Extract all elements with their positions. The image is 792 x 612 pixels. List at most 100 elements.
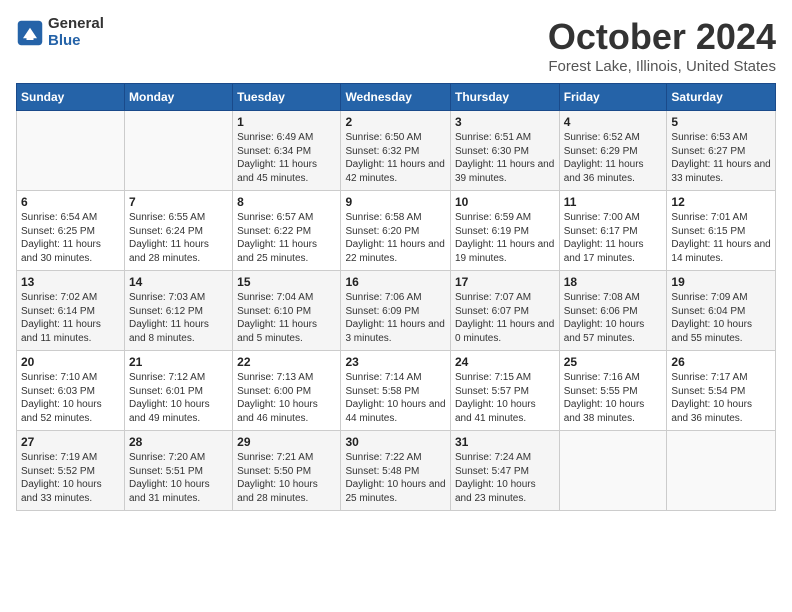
day-info: Sunrise: 6:53 AM Sunset: 6:27 PM Dayligh… bbox=[671, 131, 771, 185]
day-number: 31 bbox=[455, 435, 555, 449]
calendar-cell: 1 Sunrise: 6:49 AM Sunset: 6:34 PM Daylig… bbox=[233, 111, 341, 191]
logo-general: General bbox=[48, 16, 104, 33]
day-number: 8 bbox=[237, 195, 336, 209]
day-number: 2 bbox=[345, 115, 446, 129]
day-info: Sunrise: 7:17 AM Sunset: 5:54 PM Dayligh… bbox=[671, 371, 771, 425]
logo-blue: Blue bbox=[48, 33, 104, 50]
day-number: 26 bbox=[671, 355, 771, 369]
calendar-cell: 8 Sunrise: 6:57 AM Sunset: 6:22 PM Daylig… bbox=[233, 191, 341, 271]
weekday-header: Sunday bbox=[17, 84, 125, 111]
day-number: 15 bbox=[237, 275, 336, 289]
day-number: 20 bbox=[21, 355, 120, 369]
day-number: 21 bbox=[129, 355, 228, 369]
day-number: 3 bbox=[455, 115, 555, 129]
calendar-cell: 6 Sunrise: 6:54 AM Sunset: 6:25 PM Daylig… bbox=[17, 191, 125, 271]
calendar-cell: 27Sunrise: 7:19 AM Sunset: 5:52 PM Dayli… bbox=[17, 431, 125, 511]
calendar-cell: 22 Sunrise: 7:13 AM Sunset: 6:00 PM Dayli… bbox=[233, 351, 341, 431]
calendar-cell: 12 Sunrise: 7:01 AM Sunset: 6:15 PM Dayli… bbox=[667, 191, 776, 271]
day-info: Sunrise: 7:10 AM Sunset: 6:03 PM Dayligh… bbox=[21, 371, 120, 425]
day-number: 10 bbox=[455, 195, 555, 209]
calendar-header: SundayMondayTuesdayWednesdayThursdayFrid… bbox=[17, 84, 776, 111]
day-number: 30 bbox=[345, 435, 446, 449]
logo-icon bbox=[16, 19, 44, 47]
day-number: 1 bbox=[237, 115, 336, 129]
day-info: Sunrise: 7:13 AM Sunset: 6:00 PM Dayligh… bbox=[237, 371, 336, 425]
calendar-cell: 5 Sunrise: 6:53 AM Sunset: 6:27 PM Daylig… bbox=[667, 111, 776, 191]
calendar-cell: 10 Sunrise: 6:59 AM Sunset: 6:19 PM Dayli… bbox=[450, 191, 559, 271]
day-number: 7 bbox=[129, 195, 228, 209]
day-info: Sunrise: 7:12 AM Sunset: 6:01 PM Dayligh… bbox=[129, 371, 228, 425]
day-info: Sunrise: 7:07 AM Sunset: 6:07 PM Dayligh… bbox=[455, 291, 555, 345]
day-number: 19 bbox=[671, 275, 771, 289]
day-info: Sunrise: 7:09 AM Sunset: 6:04 PM Dayligh… bbox=[671, 291, 771, 345]
calendar-body: 1 Sunrise: 6:49 AM Sunset: 6:34 PM Daylig… bbox=[17, 111, 776, 511]
day-info: Sunrise: 7:08 AM Sunset: 6:06 PM Dayligh… bbox=[564, 291, 663, 345]
day-info: Sunrise: 6:49 AM Sunset: 6:34 PM Dayligh… bbox=[237, 131, 336, 185]
day-info: Sunrise: 6:57 AM Sunset: 6:22 PM Dayligh… bbox=[237, 211, 336, 265]
day-number: 6 bbox=[21, 195, 120, 209]
day-number: 25 bbox=[564, 355, 663, 369]
location: Forest Lake, Illinois, United States bbox=[548, 58, 776, 75]
day-info: Sunrise: 7:16 AM Sunset: 5:55 PM Dayligh… bbox=[564, 371, 663, 425]
title-area: October 2024 Forest Lake, Illinois, Unit… bbox=[548, 16, 776, 75]
calendar-week-row: 13 Sunrise: 7:02 AM Sunset: 6:14 PM Dayli… bbox=[17, 271, 776, 351]
calendar-week-row: 1 Sunrise: 6:49 AM Sunset: 6:34 PM Daylig… bbox=[17, 111, 776, 191]
calendar-cell: 3 Sunrise: 6:51 AM Sunset: 6:30 PM Daylig… bbox=[450, 111, 559, 191]
day-info: Sunrise: 6:52 AM Sunset: 6:29 PM Dayligh… bbox=[564, 131, 663, 185]
calendar-cell: 7Sunrise: 6:55 AM Sunset: 6:24 PM Daylig… bbox=[125, 191, 233, 271]
day-info: Sunrise: 7:22 AM Sunset: 5:48 PM Dayligh… bbox=[345, 451, 446, 505]
calendar-cell: 21 Sunrise: 7:12 AM Sunset: 6:01 PM Dayli… bbox=[125, 351, 233, 431]
weekday-header: Monday bbox=[125, 84, 233, 111]
day-number: 23 bbox=[345, 355, 446, 369]
day-info: Sunrise: 7:01 AM Sunset: 6:15 PM Dayligh… bbox=[671, 211, 771, 265]
calendar-cell: 13 Sunrise: 7:02 AM Sunset: 6:14 PM Dayli… bbox=[17, 271, 125, 351]
day-number: 11 bbox=[564, 195, 663, 209]
calendar-cell: 11Sunrise: 7:00 AM Sunset: 6:17 PM Dayli… bbox=[559, 191, 667, 271]
day-info: Sunrise: 7:04 AM Sunset: 6:10 PM Dayligh… bbox=[237, 291, 336, 345]
day-info: Sunrise: 6:54 AM Sunset: 6:25 PM Dayligh… bbox=[21, 211, 120, 265]
calendar-cell: 24Sunrise: 7:15 AM Sunset: 5:57 PM Dayli… bbox=[450, 351, 559, 431]
calendar-cell: 19 Sunrise: 7:09 AM Sunset: 6:04 PM Dayli… bbox=[667, 271, 776, 351]
calendar-cell: 16 Sunrise: 7:06 AM Sunset: 6:09 PM Dayli… bbox=[341, 271, 451, 351]
calendar-week-row: 27Sunrise: 7:19 AM Sunset: 5:52 PM Dayli… bbox=[17, 431, 776, 511]
calendar-cell: 25 Sunrise: 7:16 AM Sunset: 5:55 PM Dayli… bbox=[559, 351, 667, 431]
calendar-cell: 23 Sunrise: 7:14 AM Sunset: 5:58 PM Dayli… bbox=[341, 351, 451, 431]
day-info: Sunrise: 6:59 AM Sunset: 6:19 PM Dayligh… bbox=[455, 211, 555, 265]
calendar-cell bbox=[559, 431, 667, 511]
day-number: 29 bbox=[237, 435, 336, 449]
day-info: Sunrise: 7:14 AM Sunset: 5:58 PM Dayligh… bbox=[345, 371, 446, 425]
calendar-cell: 29 Sunrise: 7:21 AM Sunset: 5:50 PM Dayli… bbox=[233, 431, 341, 511]
calendar-cell: 20 Sunrise: 7:10 AM Sunset: 6:03 PM Dayli… bbox=[17, 351, 125, 431]
calendar-cell: 15 Sunrise: 7:04 AM Sunset: 6:10 PM Dayli… bbox=[233, 271, 341, 351]
weekday-header: Wednesday bbox=[341, 84, 451, 111]
day-number: 5 bbox=[671, 115, 771, 129]
day-info: Sunrise: 6:58 AM Sunset: 6:20 PM Dayligh… bbox=[345, 211, 446, 265]
calendar-cell: 2 Sunrise: 6:50 AM Sunset: 6:32 PM Daylig… bbox=[341, 111, 451, 191]
calendar-cell: 14Sunrise: 7:03 AM Sunset: 6:12 PM Dayli… bbox=[125, 271, 233, 351]
weekday-header: Thursday bbox=[450, 84, 559, 111]
calendar-cell: 30 Sunrise: 7:22 AM Sunset: 5:48 PM Dayli… bbox=[341, 431, 451, 511]
day-number: 16 bbox=[345, 275, 446, 289]
day-info: Sunrise: 7:24 AM Sunset: 5:47 PM Dayligh… bbox=[455, 451, 555, 505]
day-number: 13 bbox=[21, 275, 120, 289]
calendar-cell: 9Sunrise: 6:58 AM Sunset: 6:20 PM Daylig… bbox=[341, 191, 451, 271]
calendar-cell: 28Sunrise: 7:20 AM Sunset: 5:51 PM Dayli… bbox=[125, 431, 233, 511]
day-number: 12 bbox=[671, 195, 771, 209]
day-info: Sunrise: 7:03 AM Sunset: 6:12 PM Dayligh… bbox=[129, 291, 228, 345]
day-info: Sunrise: 7:06 AM Sunset: 6:09 PM Dayligh… bbox=[345, 291, 446, 345]
logo: General Blue bbox=[16, 16, 104, 49]
day-info: Sunrise: 6:51 AM Sunset: 6:30 PM Dayligh… bbox=[455, 131, 555, 185]
calendar-cell: 26 Sunrise: 7:17 AM Sunset: 5:54 PM Dayli… bbox=[667, 351, 776, 431]
day-number: 27 bbox=[21, 435, 120, 449]
page-header: General Blue October 2024 Forest Lake, I… bbox=[16, 16, 776, 75]
day-info: Sunrise: 7:02 AM Sunset: 6:14 PM Dayligh… bbox=[21, 291, 120, 345]
day-info: Sunrise: 7:21 AM Sunset: 5:50 PM Dayligh… bbox=[237, 451, 336, 505]
weekday-header: Saturday bbox=[667, 84, 776, 111]
day-info: Sunrise: 6:50 AM Sunset: 6:32 PM Dayligh… bbox=[345, 131, 446, 185]
calendar-cell: 4Sunrise: 6:52 AM Sunset: 6:29 PM Daylig… bbox=[559, 111, 667, 191]
calendar-table: SundayMondayTuesdayWednesdayThursdayFrid… bbox=[16, 83, 776, 511]
calendar-cell bbox=[667, 431, 776, 511]
weekday-header: Friday bbox=[559, 84, 667, 111]
day-number: 22 bbox=[237, 355, 336, 369]
day-info: Sunrise: 7:20 AM Sunset: 5:51 PM Dayligh… bbox=[129, 451, 228, 505]
